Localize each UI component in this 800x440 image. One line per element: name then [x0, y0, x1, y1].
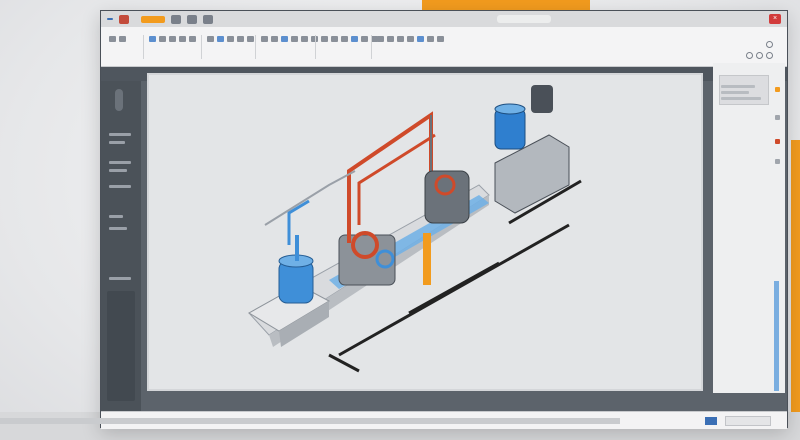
title-bar: ×	[101, 11, 787, 27]
tool-button[interactable]	[109, 36, 116, 42]
tool-group-2	[149, 33, 196, 59]
pump-tank	[494, 108, 526, 150]
model-viewport[interactable]	[149, 75, 701, 389]
tool-button[interactable]	[387, 36, 394, 42]
sidebar-handle[interactable]	[115, 89, 123, 111]
tool-button[interactable]	[301, 36, 308, 42]
pump-tank-top	[494, 103, 526, 115]
property-row	[721, 91, 749, 94]
tool-button[interactable]	[397, 36, 404, 42]
toolbar-divider	[371, 35, 372, 59]
tool-button[interactable]	[427, 36, 434, 42]
tool-button[interactable]	[341, 36, 348, 42]
property-toggle[interactable]	[775, 159, 780, 164]
rail-line	[408, 261, 500, 315]
tool-group-6	[377, 33, 444, 59]
tool-group-3	[207, 33, 254, 59]
left-sidebar	[101, 81, 141, 411]
tool-button[interactable]	[237, 36, 244, 42]
settings-icon[interactable]	[171, 14, 181, 24]
status-indicator	[705, 417, 717, 425]
property-toggle[interactable]	[775, 87, 780, 92]
pump-motor	[531, 85, 553, 113]
tank-left-pipe	[295, 235, 299, 261]
frame-pipe	[357, 133, 436, 225]
active-tab-indicator[interactable]	[141, 15, 165, 23]
tool-button[interactable]	[119, 36, 126, 42]
tool-button[interactable]	[247, 36, 254, 42]
ribbon-toolbar	[101, 27, 787, 67]
app-window: ×	[100, 10, 788, 429]
tool-button[interactable]	[437, 36, 444, 42]
tool-button[interactable]	[261, 36, 268, 42]
search-icon[interactable]	[766, 41, 773, 48]
tool-button[interactable]	[217, 36, 224, 42]
tool-button[interactable]	[271, 36, 278, 42]
rail-line	[328, 353, 360, 373]
equipment-illustration	[248, 85, 582, 373]
layers-icon[interactable]	[203, 14, 213, 24]
tool-button[interactable]	[227, 36, 234, 42]
sidebar-item[interactable]	[109, 141, 125, 144]
tool-button[interactable]	[361, 36, 368, 42]
panel-scrollbar[interactable]	[774, 281, 779, 391]
sidebar-item[interactable]	[109, 133, 131, 136]
toolbar-divider	[143, 35, 144, 59]
sidebar-item[interactable]	[109, 215, 123, 218]
tool-group-5	[321, 33, 378, 59]
decor-accent-right	[791, 140, 800, 430]
tool-group-4	[261, 33, 318, 59]
tool-button[interactable]	[291, 36, 298, 42]
tool-button[interactable]	[331, 36, 338, 42]
orange-panel	[423, 233, 431, 285]
toolbar-quick-actions	[746, 41, 773, 59]
tool-button[interactable]	[377, 36, 384, 42]
sidebar-panel	[107, 291, 135, 401]
tool-group-1	[109, 33, 126, 59]
tool-button[interactable]	[189, 36, 196, 42]
properties-panel	[713, 63, 785, 393]
help-icon[interactable]	[187, 14, 197, 24]
sidebar-item[interactable]	[109, 185, 131, 188]
title-search-field[interactable]	[497, 15, 551, 23]
settings-icon[interactable]	[746, 52, 753, 59]
window-shadow-strip	[0, 418, 620, 424]
close-button[interactable]: ×	[769, 14, 781, 24]
property-toggle[interactable]	[775, 115, 780, 120]
toolbar-divider	[315, 35, 316, 59]
tool-button[interactable]	[149, 36, 156, 42]
property-toggle[interactable]	[775, 139, 780, 144]
frame-pipe	[264, 170, 356, 226]
app-logo	[107, 18, 113, 20]
tool-button[interactable]	[351, 36, 358, 42]
sidebar-item[interactable]	[109, 277, 131, 280]
vessel-right	[424, 170, 470, 224]
tool-button[interactable]	[179, 36, 186, 42]
layers-icon[interactable]	[766, 52, 773, 59]
tool-button[interactable]	[159, 36, 166, 42]
sidebar-item[interactable]	[109, 161, 131, 164]
preview-thumbnail[interactable]	[719, 75, 769, 105]
save-icon[interactable]	[119, 14, 129, 24]
tool-button[interactable]	[407, 36, 414, 42]
tool-button[interactable]	[417, 36, 424, 42]
tool-button[interactable]	[321, 36, 328, 42]
property-row	[721, 97, 761, 100]
property-row	[721, 85, 755, 88]
decor-accent-top	[422, 0, 590, 10]
toolbar-divider	[255, 35, 256, 59]
status-action-button[interactable]	[725, 416, 771, 426]
toolbar-divider	[201, 35, 202, 59]
sidebar-item[interactable]	[109, 169, 127, 172]
tool-button[interactable]	[169, 36, 176, 42]
help-icon[interactable]	[756, 52, 763, 59]
tool-button[interactable]	[207, 36, 214, 42]
sidebar-item[interactable]	[109, 227, 127, 230]
viewport-frame	[147, 73, 703, 391]
tool-button[interactable]	[281, 36, 288, 42]
